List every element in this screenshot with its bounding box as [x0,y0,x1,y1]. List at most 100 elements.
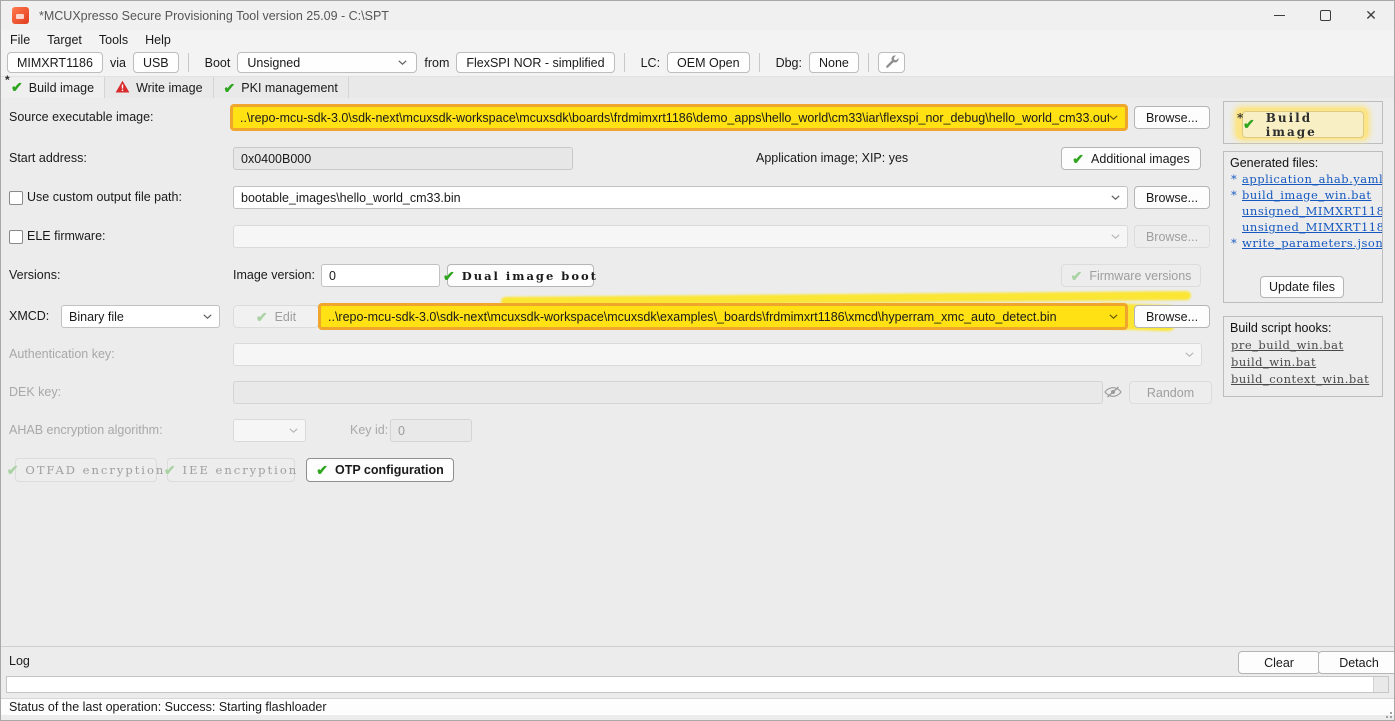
check-icon: ✔ [443,269,455,283]
build-hooks-frame: Build script hooks: pre_build_win.bat bu… [1223,316,1383,397]
source-image-value: ..\repo-mcu-sdk-3.0\sdk-next\mcuxsdk-wor… [240,111,1109,125]
check-icon-dim: ✔ [164,463,176,477]
app-icon [12,7,29,24]
dbg-label: Dbg: [776,56,802,70]
lc-label: LC: [641,56,660,70]
status-bar: Status of the last operation: Success: S… [1,698,1394,715]
tab-pki-label: PKI management [241,81,338,95]
custom-output-checkbox[interactable] [9,191,23,205]
generated-file-link[interactable]: *application_ahab.yaml [1231,172,1382,186]
boot-device-button[interactable]: FlexSPI NOR - simplified [456,52,614,73]
hook-link[interactable]: build_context_win.bat [1231,372,1382,386]
xmcd-type-dropdown[interactable]: Binary file [61,305,220,328]
xmcd-label: XMCD: [9,305,49,328]
source-image-combobox[interactable]: ..\repo-mcu-sdk-3.0\sdk-next\mcuxsdk-wor… [230,104,1128,131]
additional-images-label: Additional images [1091,152,1190,166]
generated-file-link[interactable]: *build_image_win.bat [1231,188,1382,202]
start-address-field: 0x0400B000 [233,147,573,170]
log-scrollbar[interactable] [1373,677,1388,692]
log-panel: Log Clear Detach [1,646,1394,699]
source-browse-button[interactable]: Browse... [1134,106,1210,129]
toolbar-separator [188,53,189,72]
close-icon: ✕ [1365,7,1377,24]
minimize-button[interactable] [1256,1,1302,30]
otfad-encryption-button: ✔ OTFAD encryption [15,458,157,482]
log-clear-button[interactable]: Clear [1238,651,1320,674]
modified-check-icon: *✔ [1243,118,1257,132]
modified-check-icon: *✔ [11,80,23,95]
build-image-button[interactable]: *✔ Build image [1242,111,1364,138]
boot-type-value: Unsigned [247,56,300,70]
ele-firmware-label: ELE firmware: [27,225,106,248]
check-icon-dim: ✔ [256,310,268,324]
dek-key-label: DEK key: [9,381,61,404]
log-detach-button[interactable]: Detach [1318,651,1395,674]
versions-label: Versions: [9,264,60,287]
generated-file-link[interactable]: unsigned_MIMXRT1186_fla [1231,204,1382,218]
hook-link[interactable]: pre_build_win.bat [1231,338,1382,352]
processor-button[interactable]: MIMXRT1186 [7,52,103,73]
xmcd-file-value: ..\repo-mcu-sdk-3.0\sdk-next\mcuxsdk-wor… [328,310,1057,324]
generated-file-name: unsigned_MIMXRT1186_fla [1242,220,1382,234]
xmcd-edit-label: Edit [275,310,297,324]
image-version-input[interactable]: 0 [321,264,440,287]
chevron-down-icon [289,428,298,433]
xmcd-file-combobox[interactable]: ..\repo-mcu-sdk-3.0\sdk-next\mcuxsdk-wor… [318,303,1128,330]
menu-target[interactable]: Target [47,33,82,47]
generated-file-name: build_image_win.bat [1242,188,1372,202]
generated-file-name: application_ahab.yaml [1242,172,1382,186]
boot-type-dropdown[interactable]: Unsigned [237,52,417,73]
debug-probe-button[interactable]: None [809,52,859,73]
chevron-down-icon [1185,352,1194,357]
additional-images-button[interactable]: ✔ Additional images [1061,147,1201,170]
generated-files-frame: Generated files: *application_ahab.yaml … [1223,151,1383,303]
log-output[interactable] [6,676,1389,693]
start-address-label: Start address: [9,147,87,170]
generated-file-link[interactable]: unsigned_MIMXRT1186_fla [1231,220,1382,234]
xmcd-browse-button[interactable]: Browse... [1134,305,1210,328]
menu-help[interactable]: Help [145,33,171,47]
maximize-button[interactable] [1302,1,1348,30]
auth-key-label: Authentication key: [9,343,115,366]
life-cycle-button[interactable]: OEM Open [667,52,750,73]
key-id-value: 0 [398,424,405,438]
ahab-algorithm-dropdown [233,419,306,442]
generated-files-title: Generated files: [1230,156,1382,170]
build-button-frame: *✔ Build image [1223,101,1383,144]
custom-output-browse-button[interactable]: Browse... [1134,186,1210,209]
modified-star: * [1231,236,1242,250]
generated-file-link[interactable]: *write_parameters.json [1231,236,1382,250]
chevron-down-icon [1111,195,1120,200]
generated-file-name: unsigned_MIMXRT1186_fla [1242,204,1382,218]
xmcd-type-value: Binary file [69,310,124,324]
ele-firmware-checkbox[interactable] [9,230,23,244]
menu-tools[interactable]: Tools [99,33,128,47]
check-icon: ✔ [224,81,236,95]
custom-output-combobox[interactable]: bootable_images\hello_world_cm33.bin [233,186,1128,209]
connection-settings-button[interactable] [878,52,905,73]
tab-pki-management[interactable]: ✔ PKI management [214,77,349,98]
hook-link[interactable]: build_win.bat [1231,355,1382,369]
auth-key-combobox [233,343,1202,366]
build-image-button-label: Build image [1266,111,1363,139]
key-id-label: Key id: [350,419,388,442]
otp-configuration-button[interactable]: ✔ OTP configuration [306,458,454,482]
resize-grip[interactable] [1383,707,1392,721]
update-files-button[interactable]: Update files [1260,276,1344,298]
tab-write-image[interactable]: Write image [105,77,213,98]
menu-file[interactable]: File [10,33,30,47]
check-icon-dim: ✔ [1071,269,1083,283]
image-version-value: 0 [329,269,336,283]
connection-button[interactable]: USB [133,52,179,73]
dual-image-boot-button[interactable]: ✔ Dual image boot [447,264,594,287]
check-icon-dim: ✔ [7,463,19,477]
status-text: Status of the last operation: Success: S… [9,700,327,714]
minimize-icon [1274,15,1285,16]
from-label: from [424,56,449,70]
xmcd-edit-button: ✔ Edit [233,305,319,328]
eye-slash-icon [1104,386,1122,401]
via-label: via [110,56,126,70]
close-button[interactable]: ✕ [1348,1,1394,30]
tab-build-image[interactable]: *✔ Build image [1,77,105,98]
firmware-versions-label: Firmware versions [1089,269,1191,283]
